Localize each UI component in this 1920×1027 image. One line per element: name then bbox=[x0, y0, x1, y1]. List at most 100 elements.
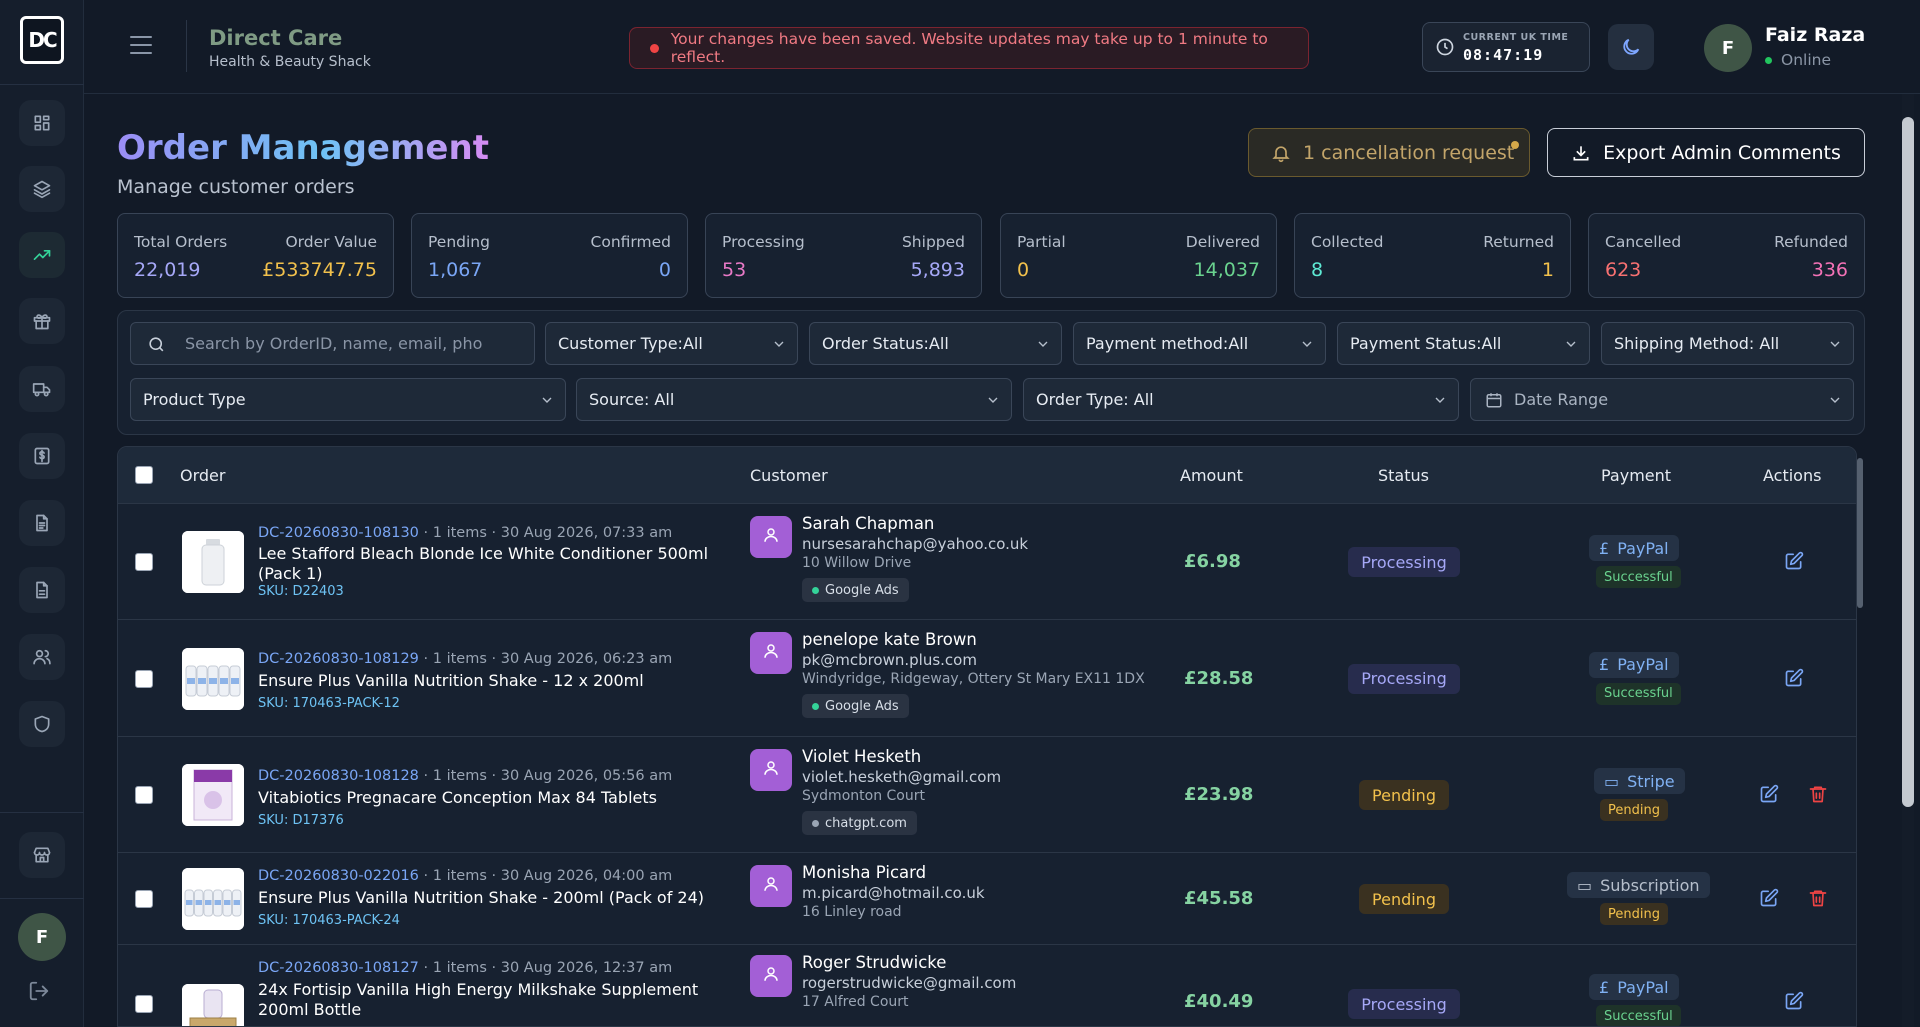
customer-avatar bbox=[750, 955, 792, 997]
sidebar-avatar[interactable]: F bbox=[18, 913, 66, 961]
chevron-down-icon bbox=[1827, 392, 1843, 412]
order-id-link[interactable]: DC-20260830-108127 bbox=[258, 960, 419, 976]
stat-label: Returned bbox=[1483, 233, 1554, 251]
avatar-initial: F bbox=[1721, 37, 1735, 59]
sidebar-item-orders[interactable] bbox=[19, 232, 65, 278]
product-thumbnail bbox=[182, 647, 244, 710]
sidebar-item-shipping[interactable] bbox=[19, 366, 65, 412]
row-checkbox[interactable] bbox=[135, 890, 153, 908]
order-amount: £28.58 bbox=[1184, 667, 1254, 689]
stat-card: Total Orders Order Value 22,019 £533747.75 bbox=[117, 213, 394, 298]
order-status-select[interactable]: Order Status:All bbox=[809, 322, 1062, 365]
row-checkbox[interactable] bbox=[135, 786, 153, 804]
stat-value: 53 bbox=[722, 259, 747, 281]
header-customer[interactable]: Customer bbox=[750, 466, 828, 485]
product-type-select[interactable]: Product Type bbox=[130, 378, 566, 421]
sidebar-item-security[interactable] bbox=[19, 701, 65, 747]
sidebar-item-customers[interactable] bbox=[19, 634, 65, 680]
order-amount: £40.49 bbox=[1184, 991, 1254, 1012]
edit-order-button[interactable] bbox=[1784, 991, 1806, 1013]
table-scrollbar[interactable] bbox=[1857, 458, 1863, 608]
order-id-link[interactable]: DC-20260830-022016 bbox=[258, 868, 419, 884]
sidebar-item-products[interactable] bbox=[19, 166, 65, 212]
row-checkbox[interactable] bbox=[135, 553, 153, 571]
source-tag: Google Ads bbox=[802, 578, 909, 602]
export-admin-comments-button[interactable]: Export Admin Comments bbox=[1547, 128, 1865, 177]
order-items-count: 1 items bbox=[432, 868, 487, 884]
menu-toggle-button[interactable] bbox=[130, 36, 152, 56]
customer-name[interactable]: penelope kate Brown bbox=[802, 630, 977, 649]
product-name: 24x Fortisip Vanilla High Energy Milksha… bbox=[258, 980, 699, 1019]
order-items-count: 1 items bbox=[432, 960, 487, 976]
customer-name[interactable]: Sarah Chapman bbox=[802, 514, 934, 533]
order-id-link[interactable]: DC-20260830-108128 bbox=[258, 768, 419, 784]
table-row[interactable]: DC-20260830-108128 · 1 items · 30 Aug 20… bbox=[118, 736, 1856, 852]
uk-time-widget: CURRENT UK TIME 08:47:19 bbox=[1422, 22, 1590, 72]
customer-type-select[interactable]: Customer Type:All bbox=[545, 322, 798, 365]
payment-method-select[interactable]: Payment method:All bbox=[1073, 322, 1326, 365]
cancellation-request-button[interactable]: 1 cancellation request bbox=[1248, 128, 1530, 177]
header-status[interactable]: Status bbox=[1378, 466, 1429, 485]
stat-label: Partial bbox=[1017, 233, 1066, 251]
table-row[interactable]: DC-20260830-022016 · 1 items · 30 Aug 20… bbox=[118, 852, 1856, 944]
header-order[interactable]: Order bbox=[180, 466, 225, 485]
header-payment[interactable]: Payment bbox=[1601, 466, 1671, 485]
order-id-link[interactable]: DC-20260830-108129 bbox=[258, 651, 419, 667]
delete-order-button[interactable] bbox=[1808, 784, 1830, 806]
clock-time: 08:47:19 bbox=[1463, 46, 1544, 64]
table-row[interactable]: DC-20260830-108129 · 1 items · 30 Aug 20… bbox=[118, 619, 1856, 736]
edit-order-button[interactable] bbox=[1784, 668, 1806, 690]
customer-address: 10 Willow Drive bbox=[802, 555, 912, 571]
order-date: 30 Aug 2026, 07:33 am bbox=[500, 525, 673, 541]
select-all-checkbox[interactable] bbox=[135, 466, 153, 484]
order-id-link[interactable]: DC-20260830-108130 bbox=[258, 525, 419, 541]
gift-icon bbox=[33, 314, 51, 330]
stat-card: Collected Returned 8 1 bbox=[1294, 213, 1571, 298]
sidebar-item-store[interactable] bbox=[19, 832, 65, 878]
table-row[interactable]: DC-20260830-108127 · 1 items · 30 Aug 20… bbox=[118, 944, 1856, 1026]
date-range-picker[interactable]: Date Range bbox=[1470, 378, 1854, 421]
logout-button[interactable] bbox=[28, 980, 52, 1004]
row-checkbox[interactable] bbox=[135, 669, 153, 688]
delete-order-button[interactable] bbox=[1808, 888, 1830, 910]
order-amount: £23.98 bbox=[1184, 784, 1254, 805]
customer-name[interactable]: Roger Strudwicke bbox=[802, 953, 946, 972]
payment-method-label: Subscription bbox=[1600, 875, 1700, 895]
edit-order-button[interactable] bbox=[1759, 888, 1781, 910]
table-row[interactable]: DC-20260830-108130 · 1 items · 30 Aug 20… bbox=[118, 503, 1856, 619]
order-date: 30 Aug 2026, 04:00 am bbox=[500, 868, 673, 884]
customer-name[interactable]: Violet Hesketh bbox=[802, 747, 921, 766]
page-scroll-thumb[interactable] bbox=[1902, 117, 1914, 807]
edit-order-button[interactable] bbox=[1784, 551, 1806, 573]
edit-order-button[interactable] bbox=[1759, 784, 1781, 806]
header-amount[interactable]: Amount bbox=[1180, 466, 1243, 485]
brand-logo[interactable]: DC bbox=[20, 16, 64, 64]
order-meta: DC-20260830-108128 · 1 items · 30 Aug 20… bbox=[258, 768, 672, 784]
payment-method-label: PayPal bbox=[1617, 655, 1669, 674]
source-select[interactable]: Source: All bbox=[576, 378, 1012, 421]
customer-email: rogerstrudwicke@gmail.com bbox=[802, 974, 1017, 992]
sidebar-item-finance[interactable] bbox=[19, 433, 65, 479]
pound-icon: £ bbox=[1599, 538, 1610, 558]
stat-value: 8 bbox=[1311, 259, 1324, 281]
customer-address: 17 Alfred Court bbox=[802, 994, 909, 1010]
sidebar-item-gifts[interactable] bbox=[19, 298, 65, 344]
payment-status-badge: Pending bbox=[1600, 903, 1668, 925]
customer-name[interactable]: Monisha Picard bbox=[802, 863, 926, 882]
shipping-method-select[interactable]: Shipping Method: All bbox=[1601, 322, 1854, 365]
user-avatar[interactable]: F bbox=[1704, 24, 1752, 72]
row-checkbox[interactable] bbox=[135, 995, 153, 1013]
sidebar-item-invoices[interactable] bbox=[19, 500, 65, 546]
layers-icon bbox=[33, 180, 51, 199]
search-placeholder: Search by OrderID, name, email, pho bbox=[185, 334, 483, 353]
order-meta: DC-20260830-108129 · 1 items · 30 Aug 20… bbox=[258, 651, 672, 667]
order-type-value: Order Type: All bbox=[1036, 390, 1154, 409]
payment-status-select[interactable]: Payment Status:All bbox=[1337, 322, 1590, 365]
order-type-select[interactable]: Order Type: All bbox=[1023, 378, 1459, 421]
sidebar-item-reports[interactable] bbox=[19, 567, 65, 613]
search-input[interactable]: Search by OrderID, name, email, pho bbox=[130, 322, 535, 365]
sidebar-item-dashboard[interactable] bbox=[19, 100, 65, 146]
theme-toggle-button[interactable] bbox=[1608, 24, 1654, 70]
stat-value: 22,019 bbox=[134, 259, 201, 281]
truck-icon bbox=[32, 383, 51, 397]
